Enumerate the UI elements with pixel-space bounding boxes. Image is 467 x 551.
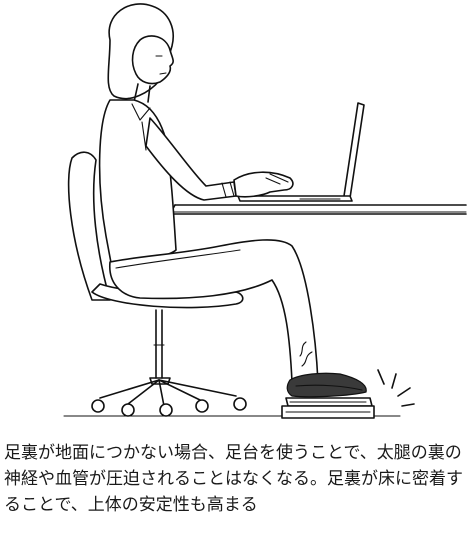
desk <box>169 204 467 215</box>
seated-posture-illustration <box>63 3 467 419</box>
footrest-books <box>281 397 375 419</box>
emphasis-marks-icon <box>377 369 415 407</box>
illustration-caption: 足裏が地面につかない場合、足台を使うことで、太腿の裏の神経や血管が圧迫されること… <box>4 443 463 515</box>
